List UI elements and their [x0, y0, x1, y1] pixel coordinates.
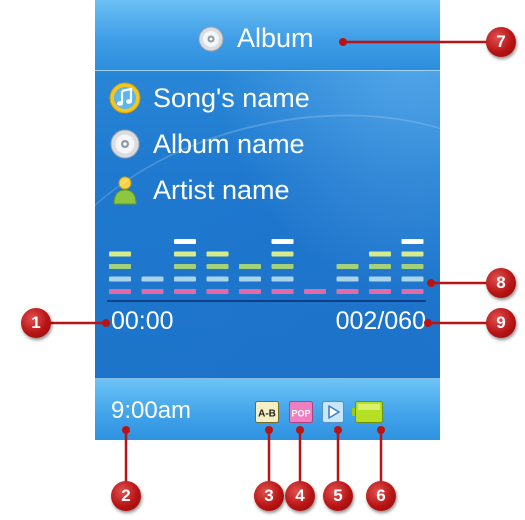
callout-7: 7 — [486, 27, 516, 57]
callout-7-dot — [339, 38, 347, 46]
callout-8-dot — [427, 279, 435, 287]
callout-5: 5 — [323, 481, 353, 511]
callout-6: 6 — [366, 481, 396, 511]
callout-2-dot — [122, 426, 130, 434]
callout-2: 2 — [111, 481, 141, 511]
callout-9-dot — [424, 319, 432, 327]
callout-4: 4 — [285, 481, 315, 511]
callout-1: 1 — [21, 308, 51, 338]
callout-3: 3 — [254, 481, 284, 511]
callout-1-dot — [102, 319, 110, 327]
callout-8: 8 — [486, 268, 516, 298]
callout-9: 9 — [486, 308, 516, 338]
callout-4-dot — [296, 426, 304, 434]
callout-6-dot — [377, 426, 385, 434]
callout-5-dot — [334, 426, 342, 434]
callout-leader-lines — [36, 38, 494, 486]
callout-3-dot — [265, 426, 273, 434]
